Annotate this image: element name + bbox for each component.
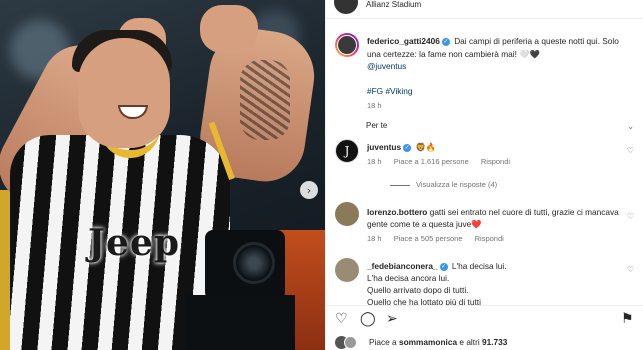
comment-avatar[interactable] (335, 258, 359, 282)
heart-icon[interactable]: ♡ (335, 311, 348, 327)
jersey-sponsor-text: Jeep (88, 222, 181, 264)
comment-text-line: Quello che ha lottato più di tutti (367, 297, 481, 305)
comment-text-line: L'ha decisa ancora lui. (367, 273, 450, 283)
comment-item: lorenzo.bottero gatti sei entrato nel cu… (367, 206, 627, 245)
likes-suffix: e altri (457, 337, 482, 347)
comment-meta: 18 h Piace a 1.616 persone Rispondi (367, 156, 627, 168)
player-right-fist (200, 5, 258, 53)
caption-mention[interactable]: @juventus (367, 61, 406, 71)
likes-prefix: Piace a (369, 337, 399, 347)
comment-text: 🦁🔥 (415, 142, 437, 152)
likes-user[interactable]: sommamonica (399, 337, 457, 347)
comment-text: L'ha decisa lui. (451, 261, 507, 271)
comment-reply-button[interactable]: Rispondi (481, 157, 510, 166)
verified-badge-icon: ✓ (439, 262, 448, 271)
comment-avatar[interactable] (335, 202, 359, 226)
avatar-image (337, 35, 357, 55)
verified-badge-icon: ✓ (441, 37, 450, 46)
replies-line (390, 184, 410, 186)
camera-lens (233, 242, 275, 284)
view-replies-label: Visualizza le risposte (4) (416, 180, 498, 189)
chevron-down-icon[interactable]: ⌄ (627, 122, 634, 131)
tv-camera (205, 230, 285, 300)
comment-text-line: Quello arrivato dopo di tutti. (367, 285, 469, 295)
bookmark-icon[interactable]: ⚑ (621, 311, 634, 327)
comment-like-heart-icon[interactable]: ♡ (627, 212, 634, 221)
player-head (78, 38, 170, 148)
header-divider (326, 18, 643, 19)
author-avatar[interactable] (334, 0, 358, 14)
caption-author-avatar[interactable] (335, 33, 359, 57)
comment-item: juventus ✓ 🦁🔥 18 h Piace a 1.616 persone … (367, 141, 627, 168)
comment-reply-button[interactable]: Rispondi (475, 234, 504, 243)
arm-tattoo (240, 60, 290, 140)
comment-likes[interactable]: Piace a 1.616 persone (394, 157, 469, 166)
comment-avatar-juventus[interactable]: J (335, 139, 359, 163)
post-location[interactable]: Allianz Stadium (366, 0, 421, 9)
camera-operator (185, 295, 295, 350)
liker-avatar (344, 336, 357, 349)
view-replies-button[interactable]: Visualizza le risposte (4) (390, 180, 497, 189)
caption-time: 18 h (367, 101, 382, 110)
comment-like-heart-icon[interactable]: ♡ (627, 146, 634, 155)
comment-icon[interactable]: ◯ (360, 311, 376, 327)
post-caption: federico_gatti2406 ✓ Dai campi di perifer… (367, 35, 632, 113)
comment-like-heart-icon[interactable]: ♡ (627, 265, 634, 274)
comment-likes[interactable]: Piace a 505 persone (394, 234, 463, 243)
likes-count[interactable]: 91.733 (482, 337, 507, 347)
comment-time: 18 h (367, 234, 382, 243)
send-icon[interactable]: ➢ (386, 311, 398, 327)
comment-item: _fedebianconera_ ✓ L'ha decisa lui. L'ha … (367, 260, 627, 305)
comment-username[interactable]: juventus (367, 142, 401, 152)
post-image[interactable]: Jeep › (0, 0, 325, 350)
post-action-bar: ♡ ◯ ➢ ⚑ Piace a sommamonica e altri 91.7… (326, 305, 643, 350)
comment-meta: 18 h Piace a 505 persone Rispondi (367, 233, 627, 245)
caption-hashtags[interactable]: #FG #Viking (367, 86, 413, 96)
verified-badge-icon: ✓ (403, 143, 412, 152)
comment-username[interactable]: lorenzo.bottero (367, 207, 427, 217)
comment-username[interactable]: _fedebianconera_ (367, 261, 438, 271)
post-details-panel: Allianz Stadium federico_gatti2406 ✓ Dai … (325, 0, 643, 350)
comment-time: 18 h (367, 157, 382, 166)
likes-summary[interactable]: Piace a sommamonica e altri 91.733 (369, 337, 507, 347)
chevron-right-icon[interactable]: › (300, 181, 318, 199)
juventus-logo-icon: J (344, 144, 350, 158)
for-you-label[interactable]: Per te (366, 121, 387, 130)
caption-username[interactable]: federico_gatti2406 (367, 36, 440, 46)
